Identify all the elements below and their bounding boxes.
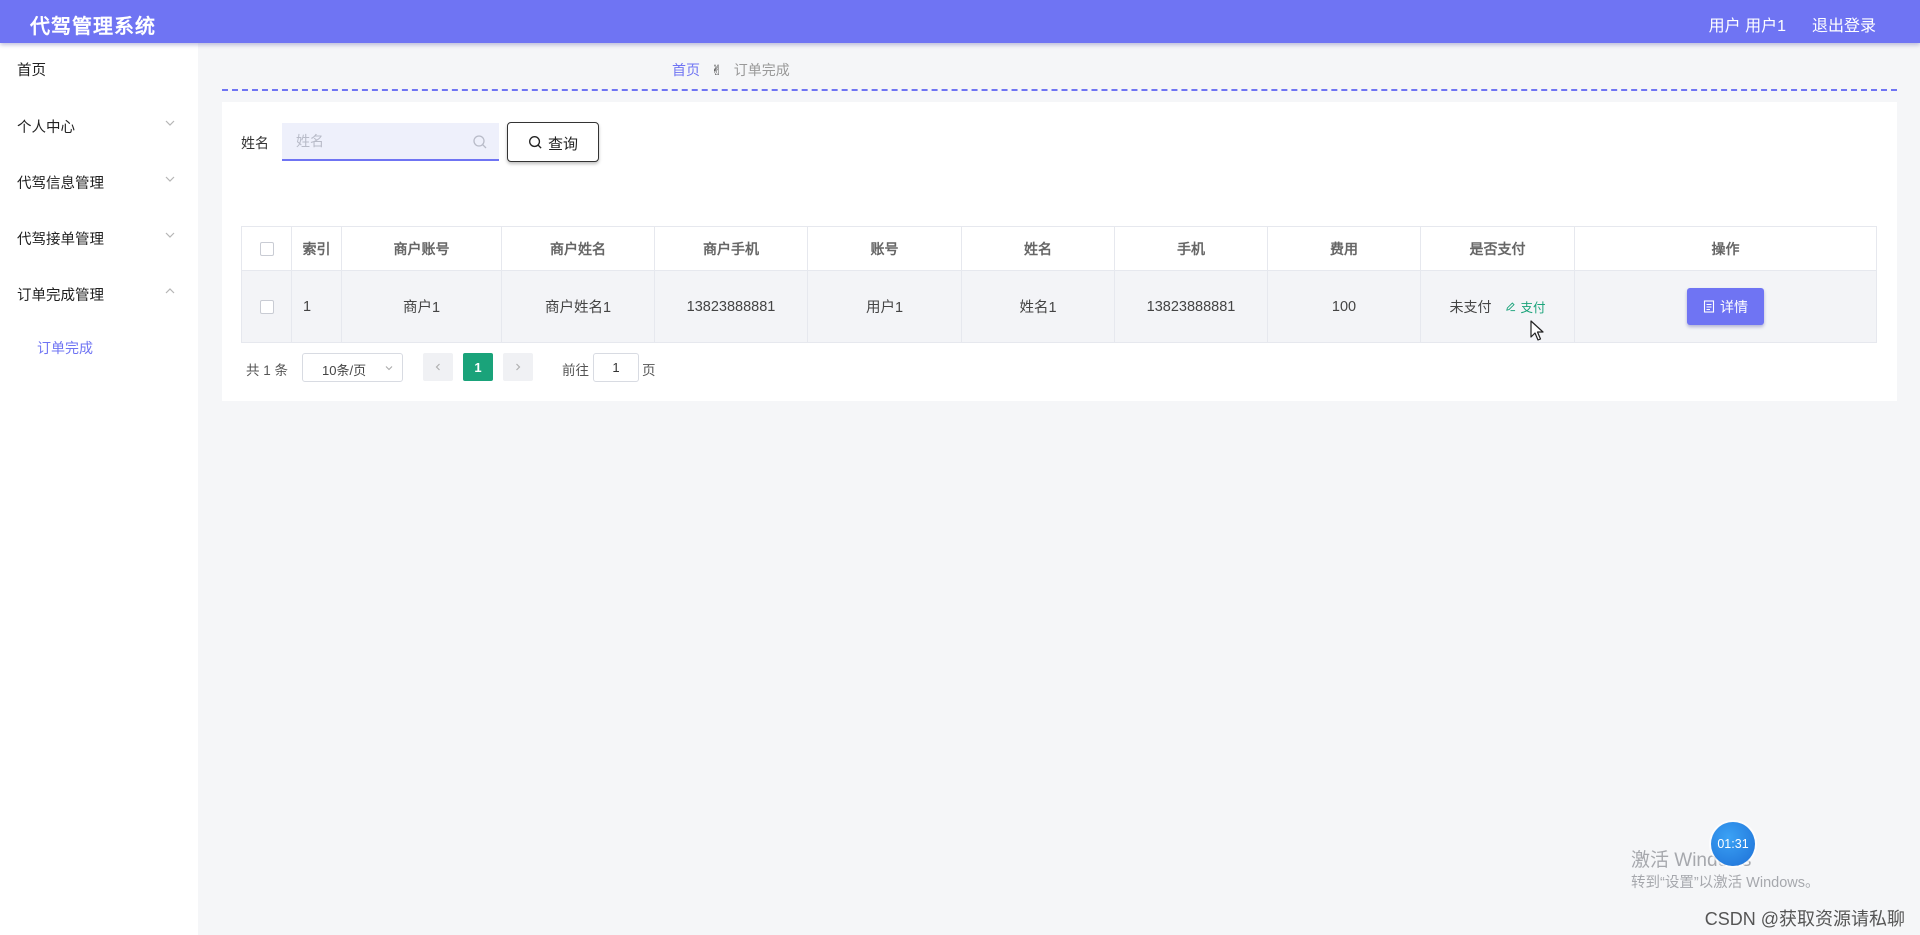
column-header: 商户姓名	[502, 227, 655, 270]
query-button-label: 查询	[548, 136, 579, 153]
cell-fee: 100	[1268, 271, 1421, 342]
sidebar-item-home[interactable]: 首页	[0, 48, 198, 88]
breadcrumb-current: 订单完成	[733, 62, 790, 78]
cell-account: 用户1	[808, 271, 962, 342]
goto-prefix: 前往	[562, 363, 589, 378]
sidebar-item-order-accept[interactable]: 代驾接单管理	[0, 217, 198, 257]
cell-phone: 13823888881	[1115, 271, 1268, 342]
hand-icon: ✌	[711, 62, 723, 78]
chevron-down-icon	[165, 120, 175, 126]
table-header: 索引 商户账号 商户姓名 商户手机 账号 姓名 手机 费用 是否支付 操作	[242, 227, 1876, 271]
cell-merchant-name: 商户姓名1	[502, 271, 655, 342]
column-header: 费用	[1268, 227, 1421, 270]
sidebar-item-driving-info[interactable]: 代驾信息管理	[0, 161, 198, 201]
column-header: 是否支付	[1421, 227, 1575, 270]
csdn-credit: CSDN @获取资源请私聊	[1704, 909, 1905, 929]
cell-name: 姓名1	[962, 271, 1115, 342]
breadcrumb-divider	[222, 89, 1897, 91]
chevron-down-icon	[385, 366, 393, 371]
app-title: 代驾管理系统	[30, 16, 156, 38]
goto-page-input[interactable]	[593, 353, 639, 382]
content-panel: 姓名 查询 索引 商户账号 商户姓名 商户手机 账号 姓名 手机 费用 是否支付…	[222, 102, 1897, 401]
row-checkbox[interactable]	[259, 299, 274, 314]
activation-watermark-subtitle: 转到“设置”以激活 Windows。	[1631, 875, 1820, 891]
column-header: 索引	[292, 227, 342, 270]
goto-suffix: 页	[642, 363, 656, 378]
select-all-checkbox[interactable]	[259, 241, 274, 256]
pay-link-label: 支付	[1520, 301, 1546, 315]
column-header: 商户手机	[655, 227, 808, 270]
query-button[interactable]: 查询	[507, 122, 599, 162]
chevron-left-icon	[435, 363, 440, 371]
sidebar-item-label: 订单完成管理	[17, 288, 104, 304]
column-header: 姓名	[962, 227, 1115, 270]
search-icon	[473, 135, 487, 149]
logout-button[interactable]: 退出登录	[1812, 12, 1876, 36]
sidebar-item-label: 代驾信息管理	[17, 176, 104, 192]
cell-pay-status: 未支付 支付	[1421, 271, 1575, 342]
search-input[interactable]	[282, 123, 499, 161]
next-page-button[interactable]	[503, 353, 533, 381]
sidebar-item-label: 个人中心	[17, 120, 75, 136]
column-header: 账号	[808, 227, 962, 270]
sidebar-item-personal-center[interactable]: 个人中心	[0, 105, 198, 145]
recording-timer-badge[interactable]: 01:31	[1711, 822, 1755, 866]
detail-button-label: 详情	[1720, 298, 1748, 315]
chevron-down-icon	[165, 232, 175, 238]
sidebar-item-label: 代驾接单管理	[17, 232, 104, 248]
row-select-cell	[242, 271, 292, 342]
table-row: 1 商户1 商户姓名1 13823888881 用户1 姓名1 13823888…	[242, 271, 1876, 342]
pagination-total: 共 1 条	[246, 363, 289, 378]
column-header: 商户账号	[342, 227, 502, 270]
chevron-up-icon	[165, 288, 175, 294]
edit-icon	[1506, 302, 1516, 312]
sidebar: 首页 个人中心 代驾信息管理 代驾接单管理 订单完成管理 订单完成	[0, 43, 198, 935]
page-size-value: 10条/页	[322, 363, 367, 378]
column-header: 操作	[1711, 240, 1740, 257]
document-icon	[1703, 300, 1715, 313]
top-header: 代驾管理系统 用户 用户1 退出登录	[0, 0, 1920, 43]
search-icon	[529, 136, 542, 149]
sidebar-subitem-label: 订单完成	[37, 340, 93, 356]
pay-link[interactable]: 支付	[1505, 297, 1546, 316]
breadcrumb: 首页 ✌ 订单完成	[672, 60, 790, 80]
chevron-down-icon	[165, 176, 175, 182]
page-size-select[interactable]: 10条/页	[302, 353, 403, 382]
chevron-right-icon	[516, 363, 521, 371]
column-header: 手机	[1115, 227, 1268, 270]
cell-index: 1	[292, 271, 342, 342]
search-label: 姓名	[241, 135, 269, 151]
cell-actions: 详情	[1575, 271, 1876, 342]
prev-page-button[interactable]	[423, 353, 453, 381]
page-number-button[interactable]: 1	[463, 353, 493, 381]
breadcrumb-home[interactable]: 首页	[672, 62, 700, 78]
mouse-cursor-icon	[1530, 320, 1544, 341]
orders-table: 索引 商户账号 商户姓名 商户手机 账号 姓名 手机 费用 是否支付 操作 1 …	[241, 226, 1877, 343]
sidebar-item-order-complete-mgmt[interactable]: 订单完成管理	[0, 273, 198, 313]
header-select-all-cell	[242, 227, 292, 270]
sidebar-item-label: 首页	[17, 63, 46, 79]
detail-button[interactable]: 详情	[1687, 288, 1764, 325]
cell-merchant-phone: 13823888881	[655, 271, 808, 342]
sidebar-subitem-order-complete[interactable]: 订单完成	[0, 327, 198, 367]
pay-status-text: 未支付	[1449, 298, 1492, 315]
current-user-label: 用户 用户1	[1708, 18, 1786, 35]
cell-merchant-account: 商户1	[342, 271, 502, 342]
